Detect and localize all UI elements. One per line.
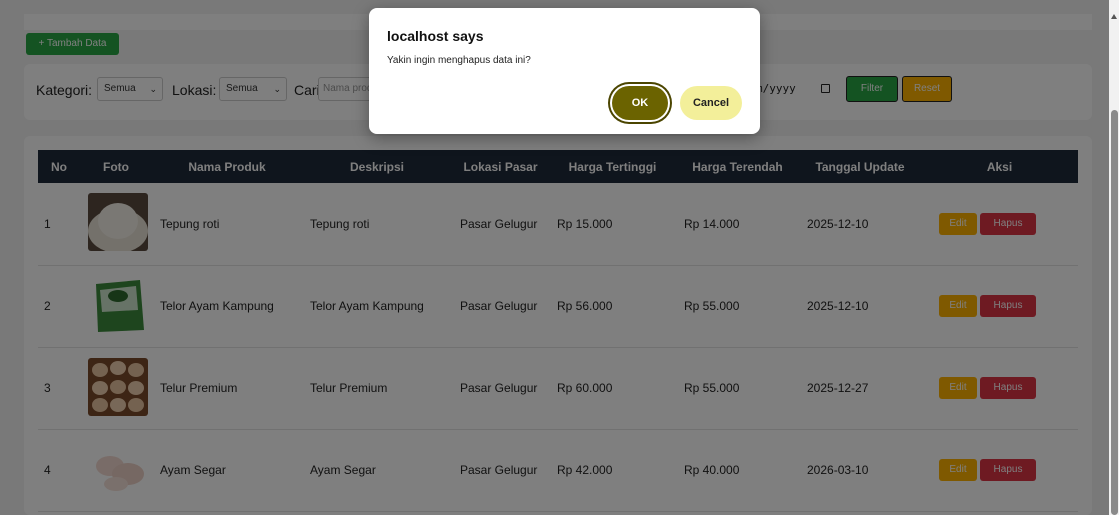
dialog-message: Yakin ingin menghapus data ini? bbox=[387, 55, 531, 66]
ok-button[interactable]: OK bbox=[612, 86, 668, 120]
dialog-title: localhost says bbox=[387, 28, 484, 44]
confirm-dialog: localhost says Yakin ingin menghapus dat… bbox=[369, 8, 760, 134]
cancel-button[interactable]: Cancel bbox=[680, 86, 742, 120]
scroll-up-arrow-icon[interactable] bbox=[1111, 14, 1117, 19]
scrollbar-thumb[interactable] bbox=[1111, 110, 1118, 515]
